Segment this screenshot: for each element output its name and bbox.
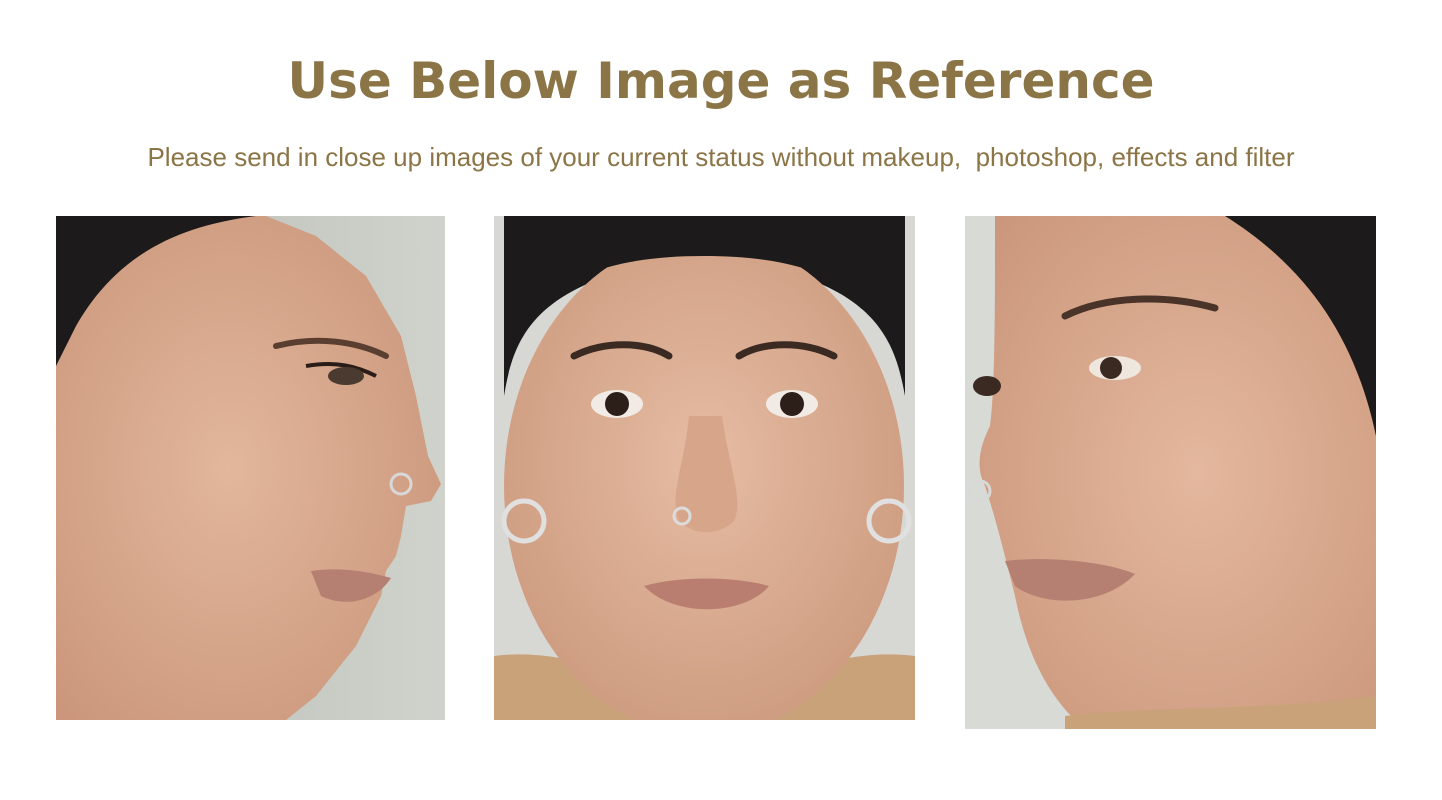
reference-photo-front (494, 216, 915, 720)
reference-page: Use Below Image as Reference Please send… (0, 0, 1442, 800)
photo-left-illustration (56, 216, 445, 720)
photo-front-illustration (494, 216, 915, 720)
reference-photo-left-profile (56, 216, 445, 720)
page-subtitle: Please send in close up images of your c… (147, 142, 1295, 172)
reference-photo-right-three-quarter (965, 216, 1376, 729)
photo-right-illustration (965, 216, 1376, 729)
page-title: Use Below Image as Reference (287, 52, 1155, 110)
